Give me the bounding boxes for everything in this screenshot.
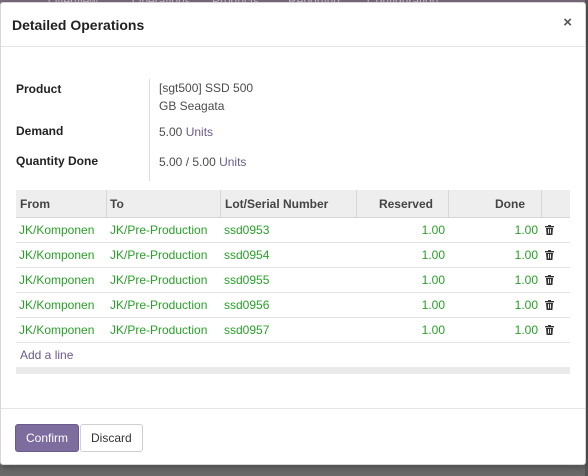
quantity-done: 5.00: [159, 155, 183, 169]
cell-lot: ssd0953: [224, 223, 270, 237]
cell-done: 1.00: [514, 298, 538, 312]
cell-done: 1.00: [514, 223, 538, 237]
modal-title: Detailed Operations: [12, 17, 145, 33]
cell-to: JK/Pre-Production: [110, 223, 208, 237]
column-header-done[interactable]: Done: [449, 190, 542, 218]
quantity-separator: /: [185, 155, 190, 169]
cell-lot: ssd0957: [224, 323, 270, 337]
cell-reserved: 1.00: [421, 298, 445, 312]
table-row[interactable]: JK/Komponen JK/Pre-Production ssd0953 1.…: [16, 218, 570, 243]
operation-info: Product [sgt500] SSD 500 GB Seagata Dema…: [16, 79, 556, 183]
quantity-done-value: 5.00 / 5.00 Units: [159, 155, 246, 169]
background-overlay: [0, 466, 588, 476]
table-row[interactable]: JK/Komponen JK/Pre-Production ssd0954 1.…: [16, 243, 570, 268]
column-header-from[interactable]: From: [16, 190, 107, 218]
table-footer: [16, 367, 570, 374]
detailed-operations-dialog: Detailed Operations × Product [sgt500] S…: [0, 2, 586, 465]
cell-reserved: 1.00: [421, 223, 445, 237]
cell-from: JK/Komponen: [19, 323, 95, 337]
trash-icon[interactable]: [545, 225, 554, 235]
cell-from: JK/Komponen: [19, 273, 95, 287]
close-button[interactable]: ×: [563, 14, 572, 31]
product-value-link[interactable]: [sgt500] SSD 500 GB Seagata: [159, 79, 269, 115]
cell-from: JK/Komponen: [19, 223, 95, 237]
demand-uom: Units: [185, 125, 214, 139]
quantity-total: 5.00: [192, 155, 216, 169]
trash-icon[interactable]: [545, 250, 554, 260]
trash-icon[interactable]: [545, 300, 554, 310]
cell-from: JK/Komponen: [19, 298, 95, 312]
cell-to: JK/Pre-Production: [110, 248, 208, 262]
discard-button[interactable]: Discard: [80, 424, 143, 452]
table-row[interactable]: JK/Komponen JK/Pre-Production ssd0955 1.…: [16, 268, 570, 293]
cell-done: 1.00: [514, 273, 538, 287]
cell-from: JK/Komponen: [19, 248, 95, 262]
table-row[interactable]: JK/Komponen JK/Pre-Production ssd0956 1.…: [16, 293, 570, 318]
demand-label: Demand: [16, 124, 64, 138]
cell-reserved: 1.00: [421, 323, 445, 337]
cell-done: 1.00: [514, 248, 538, 262]
confirm-button[interactable]: Confirm: [15, 424, 80, 452]
cell-to: JK/Pre-Production: [110, 273, 208, 287]
column-header-to[interactable]: To: [107, 190, 221, 218]
trash-icon[interactable]: [545, 275, 554, 285]
modal-footer: Confirm Discard: [1, 408, 585, 466]
column-header-lot[interactable]: Lot/Serial Number: [221, 190, 357, 218]
cell-lot: ssd0956: [224, 298, 270, 312]
cell-reserved: 1.00: [421, 248, 445, 262]
table-header: From To Lot/Serial Number Reserved Done: [16, 190, 570, 218]
table-row[interactable]: JK/Komponen JK/Pre-Production ssd0957 1.…: [16, 318, 570, 343]
move-lines-table: From To Lot/Serial Number Reserved Done …: [16, 190, 570, 374]
cell-lot: ssd0955: [224, 273, 270, 287]
demand-quantity: 5.00: [159, 125, 183, 139]
cell-reserved: 1.00: [421, 273, 445, 287]
cell-to: JK/Pre-Production: [110, 323, 208, 337]
modal-header: Detailed Operations ×: [1, 3, 585, 47]
demand-value: 5.00 Units: [159, 125, 213, 139]
product-label: Product: [16, 82, 62, 96]
cell-to: JK/Pre-Production: [110, 298, 208, 312]
quantity-uom: Units: [219, 155, 247, 169]
add-line-link[interactable]: Add a line: [16, 343, 570, 367]
cell-lot: ssd0954: [224, 248, 270, 262]
cell-done: 1.00: [514, 323, 538, 337]
trash-icon[interactable]: [545, 325, 554, 335]
quantity-done-label: Quantity Done: [16, 154, 99, 168]
info-divider: [149, 79, 150, 181]
column-header-reserved[interactable]: Reserved: [357, 190, 449, 218]
